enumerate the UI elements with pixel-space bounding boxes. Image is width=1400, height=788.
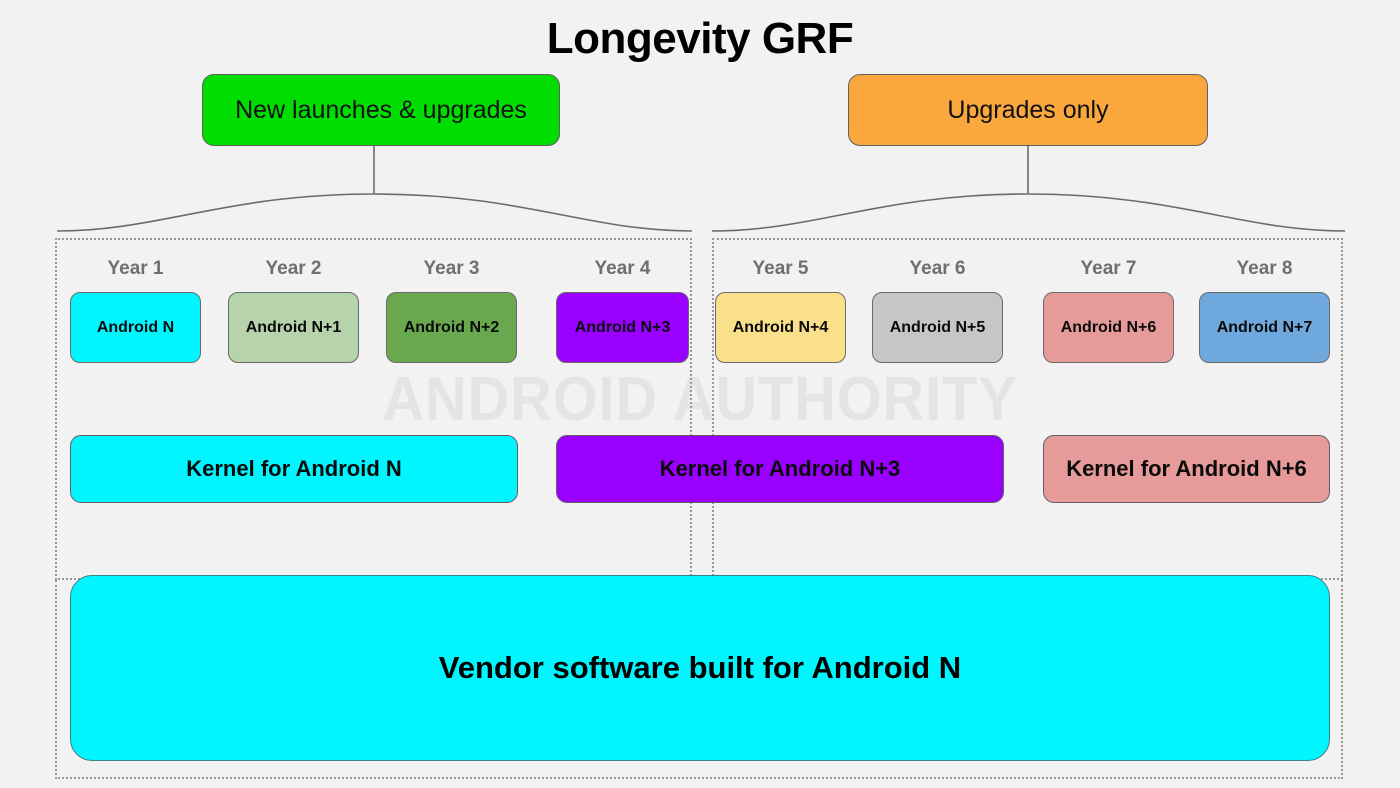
category-upgrades-only[interactable]: Upgrades only	[848, 74, 1208, 146]
section-frame-left	[55, 238, 692, 580]
section-frame-right	[712, 238, 1343, 580]
year-label-2: Year 2	[265, 258, 322, 279]
year-label-3: Year 3	[423, 258, 480, 279]
diagram-canvas: ANDROID AUTHORITY Longevity GRF New laun…	[0, 0, 1400, 788]
year-label-5: Year 5	[752, 258, 809, 279]
kernel-bar-android-n3[interactable]: Kernel for Android N+3	[556, 435, 1004, 503]
version-box-android-n2[interactable]: Android N+2	[386, 292, 517, 363]
page-title: Longevity GRF	[546, 14, 854, 63]
category-label: Upgrades only	[947, 95, 1109, 124]
version-box-android-n7[interactable]: Android N+7	[1199, 292, 1330, 363]
version-box-android-n[interactable]: Android N	[70, 292, 201, 363]
vendor-software-banner[interactable]: Vendor software built for Android N	[70, 575, 1330, 761]
version-box-android-n4[interactable]: Android N+4	[715, 292, 846, 363]
version-box-android-n5[interactable]: Android N+5	[872, 292, 1003, 363]
version-box-android-n1[interactable]: Android N+1	[228, 292, 359, 363]
version-box-android-n3[interactable]: Android N+3	[556, 292, 689, 363]
year-label-7: Year 7	[1080, 258, 1137, 279]
kernel-bar-android-n6[interactable]: Kernel for Android N+6	[1043, 435, 1330, 503]
kernel-bar-android-n[interactable]: Kernel for Android N	[70, 435, 518, 503]
category-new-launches-and-upgrades[interactable]: New launches & upgrades	[202, 74, 560, 146]
year-label-6: Year 6	[909, 258, 966, 279]
category-label: New launches & upgrades	[235, 95, 527, 124]
year-label-4: Year 4	[594, 258, 651, 279]
version-box-android-n6[interactable]: Android N+6	[1043, 292, 1174, 363]
year-label-1: Year 1	[107, 258, 164, 279]
year-label-8: Year 8	[1236, 258, 1293, 279]
